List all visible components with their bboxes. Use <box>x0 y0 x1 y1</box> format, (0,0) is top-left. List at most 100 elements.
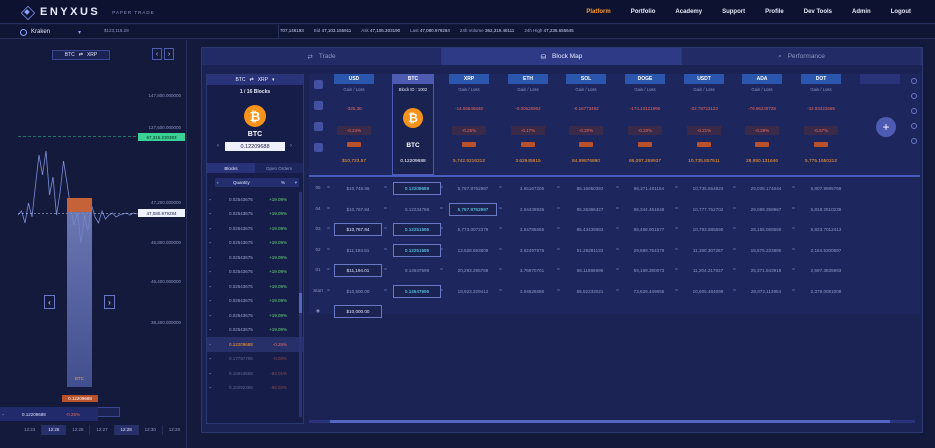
quantity-row[interactable]: ▪ 0.02543675 +19.09% <box>207 279 303 294</box>
sell-button[interactable] <box>347 142 361 147</box>
nav-logout[interactable]: Logout <box>881 9 921 15</box>
chevron-left-icon[interactable]: ‹ <box>44 295 55 309</box>
column-header-empty[interactable] <box>860 74 900 84</box>
block-cell[interactable]: 0.14647995 <box>393 284 441 298</box>
block-cell[interactable]: $10,748.86 <box>334 182 382 195</box>
add-column-button[interactable]: + <box>876 117 896 137</box>
block-cell[interactable]: 10,793.885590 <box>684 223 732 236</box>
nav-dev-tools[interactable]: Dev Tools <box>794 9 842 15</box>
block-cell[interactable]: 25,371.943918 <box>742 264 790 277</box>
block-cell[interactable]: 0.12234788 <box>393 203 441 216</box>
block-cell[interactable]: 12,528.693809 <box>449 244 497 257</box>
quantity-row[interactable]: ▪ 0.02543675 +19.09% <box>207 323 303 338</box>
horizontal-scrollbar-thumb[interactable] <box>330 420 890 423</box>
block-cell[interactable]: 29,699.754379 <box>625 244 673 257</box>
block-cell[interactable]: $11,194.01 <box>334 264 382 277</box>
sell-button[interactable] <box>579 142 593 147</box>
clipboard-icon[interactable] <box>313 80 323 89</box>
block-cell[interactable]: 10,777.752702 <box>684 203 732 216</box>
block-cell[interactable]: 2,597.3835993 <box>801 264 851 277</box>
block-cell[interactable]: 11,204.217837 <box>684 264 732 277</box>
block-cell[interactable]: 3.62497976 <box>508 244 556 257</box>
block-cell[interactable]: 2,164.5300697 <box>801 244 851 257</box>
block-cell[interactable]: 0.12209689 <box>393 182 441 195</box>
block-cell[interactable]: $10,767.84 <box>334 223 382 236</box>
exchange-select[interactable]: Kraken ▾ <box>20 27 100 37</box>
column-header-usdt[interactable]: USDT <box>684 74 724 84</box>
settings-icon[interactable] <box>911 138 917 144</box>
block-cell[interactable]: 5,757.8762997 <box>449 202 497 216</box>
sell-button[interactable] <box>462 142 476 147</box>
block-cell[interactable]: 20,293.295788 <box>449 264 497 277</box>
block-cell[interactable]: 15,576.223886 <box>742 244 790 257</box>
nav-support[interactable]: Support <box>712 9 755 15</box>
column-header-doge[interactable]: DOGE <box>625 74 665 84</box>
nav-platform[interactable]: Platform <box>576 9 620 15</box>
quantity-row[interactable]: ▪ 0.15092398 -98.02% <box>207 381 303 396</box>
quantity-row[interactable]: ▪ 0.02543675 +19.09% <box>207 192 303 207</box>
block-cell[interactable]: 28,872.113984 <box>742 285 790 298</box>
block-cell[interactable]: 11,190.307267 <box>684 244 732 257</box>
column-header-usd[interactable]: USD <box>334 74 374 84</box>
block-cell[interactable]: $11,184.51 <box>334 244 382 257</box>
block-cell[interactable]: 2,378.0081008 <box>801 285 851 298</box>
block-cell[interactable]: 18,923.329412 <box>449 285 497 298</box>
block-cell[interactable]: 86,344.461648 <box>625 203 673 216</box>
block-cell[interactable]: $10,500.00 <box>334 285 382 298</box>
tab-open-orders[interactable]: Open Orders <box>255 163 303 173</box>
quantity-row[interactable]: ▪ 0.17797765 -0.00% <box>207 352 303 367</box>
sell-button[interactable] <box>755 142 769 147</box>
nav-academy[interactable]: Academy <box>665 9 712 15</box>
block-add-icon[interactable]: ◉ <box>309 308 327 314</box>
pair-card-header[interactable]: BTC ⇄ XRP ▾ <box>207 75 303 85</box>
block-cell[interactable]: 10,605.484099 <box>684 285 732 298</box>
settings-icon[interactable] <box>911 123 917 129</box>
quantity-row[interactable]: ▪ 0.02543675 +19.09% <box>207 207 303 222</box>
block-cell[interactable]: 59,169.380073 <box>625 264 673 277</box>
block-cell[interactable]: 0.12251595 <box>393 243 441 257</box>
nav-profile[interactable]: Profile <box>755 9 794 15</box>
column-header-btc[interactable]: BTC <box>393 74 433 84</box>
chevron-down-icon[interactable]: ▾ <box>285 180 297 186</box>
column-header-dot[interactable]: DOT <box>801 74 841 84</box>
sell-button[interactable] <box>697 142 711 147</box>
block-cell[interactable]: $10,000.00 <box>334 305 382 318</box>
block-cell[interactable]: 86,468.901577 <box>625 223 673 236</box>
block-cell[interactable]: 5,767.8762997 <box>449 182 497 195</box>
quantity-row[interactable]: ▪ 0.02543675 +19.09% <box>207 265 303 280</box>
sell-button[interactable] <box>521 142 535 147</box>
tab-performance[interactable]: ⌕ Performance <box>682 48 922 65</box>
block-cell[interactable]: 85.43439683 <box>566 223 614 236</box>
chevron-right-icon[interactable]: › <box>290 143 292 149</box>
chevron-right-icon[interactable]: › <box>104 295 115 309</box>
column-header-xrp[interactable]: XRP <box>449 74 489 84</box>
block-cell[interactable]: 5,807.9995769 <box>801 182 851 195</box>
sell-button[interactable] <box>814 142 828 147</box>
quantity-row[interactable]: ▪ 0.02543675 +19.09% <box>207 308 303 323</box>
plus-icon[interactable] <box>911 78 917 84</box>
block-cell[interactable]: 86,271.401154 <box>625 182 673 195</box>
quantity-row[interactable]: ▪ 0.16943568 -94.01% <box>207 366 303 381</box>
tab-trade[interactable]: ⇄ Trade <box>202 48 442 65</box>
scrollbar-thumb[interactable] <box>299 293 302 313</box>
block-cell[interactable]: 29,155.068566 <box>742 223 790 236</box>
bottle-icon[interactable] <box>313 143 323 152</box>
block-cell[interactable]: 5,823.7012413 <box>801 223 851 236</box>
swap-icon[interactable] <box>313 122 323 131</box>
column-header-ada[interactable]: ADA <box>742 74 782 84</box>
block-cell[interactable]: 3.64785665 <box>508 223 556 236</box>
block-cell[interactable]: $10,767.84 <box>334 203 382 216</box>
block-cell[interactable]: 5,818.2510239 <box>801 203 851 216</box>
settings-icon[interactable] <box>911 108 917 114</box>
brand-logo[interactable]: ENYXUS PAPER TRADE <box>20 5 155 19</box>
quantity-row[interactable]: ▪ 0.12209688 -0.25% <box>207 337 303 352</box>
block-cell[interactable]: 3.94526686 <box>508 285 556 298</box>
quantity-row[interactable]: ▪ 0.02543675 +19.09% <box>207 250 303 265</box>
block-cell[interactable]: 3.64439935 <box>508 203 556 216</box>
block-cell[interactable]: 29,035.174044 <box>742 182 790 195</box>
block-cell[interactable]: 55.52233021 <box>566 285 614 298</box>
block-cell[interactable]: 3.76970701 <box>508 264 556 277</box>
block-cell[interactable]: 51.26281133 <box>566 244 614 257</box>
column-header-sol[interactable]: SOL <box>566 74 606 84</box>
block-column[interactable] <box>67 204 92 387</box>
